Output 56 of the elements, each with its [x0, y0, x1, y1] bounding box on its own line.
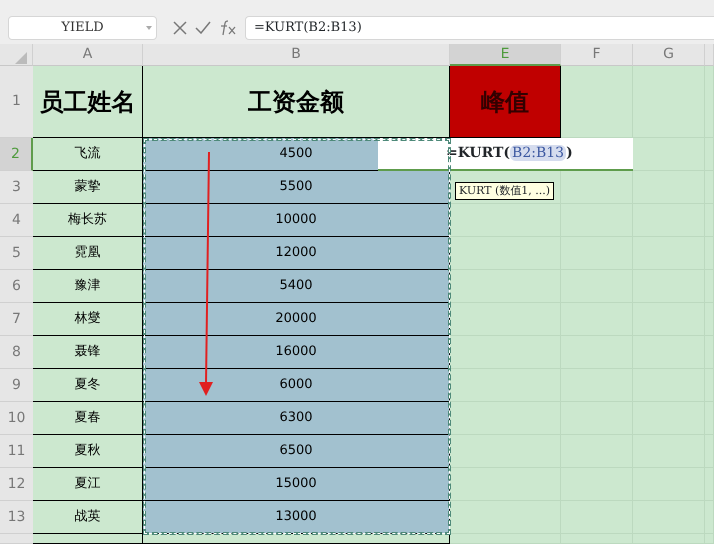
table-cell: 梅长苏 [33, 204, 143, 237]
corner-cell[interactable] [0, 44, 33, 66]
row-header[interactable]: 4 [0, 204, 33, 237]
table-cell: 豫津 [33, 270, 143, 303]
table-cell: 6000 [143, 369, 450, 402]
column-header[interactable]: A [33, 44, 143, 66]
row-header[interactable]: 8 [0, 336, 33, 369]
table-cell: 12000 [143, 237, 450, 270]
row-header[interactable]: 7 [0, 303, 33, 336]
table-cell: 战英 [33, 501, 143, 534]
empty-cell [633, 66, 705, 138]
column-header[interactable]: G [633, 44, 705, 66]
confirm-icon[interactable] [195, 21, 211, 35]
table-cell: 5500 [143, 171, 450, 204]
column-header[interactable]: B [143, 44, 450, 66]
row-header[interactable]: 3 [0, 171, 33, 204]
table-cell: 聂锋 [33, 336, 143, 369]
column-header[interactable]: E [450, 44, 561, 66]
row-header[interactable]: 11 [0, 435, 33, 468]
cell-editor[interactable]: =KURT(B2:B13) [378, 138, 633, 171]
column-title-cell: 员工姓名 [33, 66, 143, 138]
table-cell: 20000 [143, 303, 450, 336]
row-header[interactable]: 5 [0, 237, 33, 270]
table-cell: 霓凰 [33, 237, 143, 270]
row-header[interactable]: 6 [0, 270, 33, 303]
dropdown-icon[interactable] [146, 26, 152, 30]
table-cell: 13000 [143, 501, 450, 534]
table-cell: 6500 [143, 435, 450, 468]
row-header[interactable]: 10 [0, 402, 33, 435]
column-header[interactable]: F [561, 44, 633, 66]
cancel-icon[interactable] [173, 21, 187, 35]
table-cell: 5400 [143, 270, 450, 303]
table-cell: 10000 [143, 204, 450, 237]
function-icon[interactable] [219, 20, 237, 36]
table-cell: 林燮 [33, 303, 143, 336]
table-cell: 夏江 [33, 468, 143, 501]
row-header [0, 534, 33, 544]
table-cell: 夏冬 [33, 369, 143, 402]
table-cell: 夏春 [33, 402, 143, 435]
formula-bar[interactable]: =KURT(B2:B13) [245, 16, 714, 40]
row-header[interactable]: 9 [0, 369, 33, 402]
name-box[interactable]: YIELD [8, 16, 157, 40]
column-title-cell: 峰值 [450, 66, 561, 138]
table-cell: 6300 [143, 402, 450, 435]
table-cell: 夏秋 [33, 435, 143, 468]
row-header[interactable]: 2 [0, 138, 33, 171]
row-header[interactable]: 13 [0, 501, 33, 534]
empty-cell [633, 171, 705, 204]
function-tooltip: KURT (数值1, ...) [455, 182, 554, 200]
row-header[interactable]: 12 [0, 468, 33, 501]
table-cell: 飞流 [33, 138, 143, 171]
table-cell: 蒙挚 [33, 171, 143, 204]
table-cell: 16000 [143, 336, 450, 369]
table-cell: 15000 [143, 468, 450, 501]
row-header[interactable]: 1 [0, 66, 33, 138]
name-box-text: YIELD [61, 19, 104, 38]
